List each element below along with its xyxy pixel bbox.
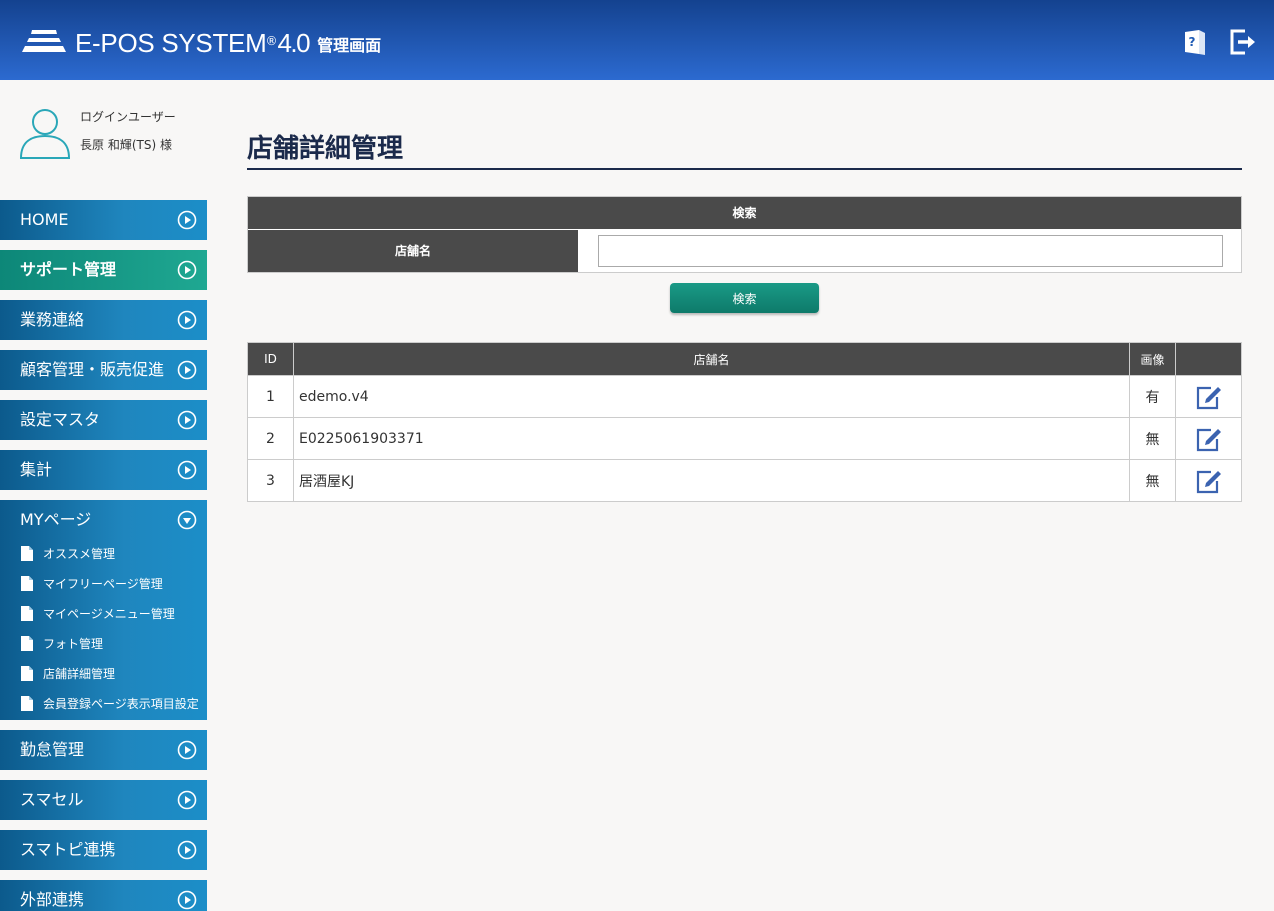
nav-business-contact[interactable]: 業務連絡	[0, 300, 207, 340]
submenu-label: フォト管理	[43, 637, 104, 651]
nav-home[interactable]: HOME	[0, 200, 207, 240]
document-icon	[21, 666, 33, 681]
submenu-mypage-menu[interactable]: マイページメニュー管理	[0, 600, 207, 630]
play-circle-icon	[177, 840, 197, 860]
nav-label: 業務連絡	[20, 310, 85, 329]
submenu-label: マイページメニュー管理	[43, 607, 175, 621]
edit-icon[interactable]	[1195, 384, 1223, 410]
submenu-store-detail[interactable]: 店舗詳細管理	[0, 660, 207, 690]
column-header-id: ID	[247, 342, 294, 376]
submenu-free-page[interactable]: マイフリーページ管理	[0, 570, 207, 600]
store-name-input[interactable]	[598, 235, 1223, 267]
nav-smacel[interactable]: スマセル	[0, 780, 207, 820]
logo-text: E-POS SYSTEM	[75, 28, 267, 58]
help-book-icon[interactable]: ?	[1181, 28, 1209, 56]
play-circle-icon	[177, 310, 197, 330]
play-circle-icon	[177, 210, 197, 230]
cell-action	[1175, 459, 1242, 502]
submenu-photo[interactable]: フォト管理	[0, 630, 207, 660]
page-title: 店舗詳細管理	[247, 134, 404, 164]
cell-store-name: E0225061903371	[293, 417, 1130, 460]
store-table: ID 店舗名 画像 1 edemo.v4 有 2 E0225061903371 …	[247, 342, 1242, 502]
nav-label: スマトピ連携	[20, 840, 116, 859]
column-header-store-name: 店舗名	[293, 342, 1130, 376]
cell-image: 有	[1129, 375, 1176, 418]
nav-label: 外部連携	[20, 890, 85, 909]
nav-external[interactable]: 外部連携	[0, 880, 207, 911]
cell-store-name: edemo.v4	[293, 375, 1130, 418]
play-circle-icon	[177, 410, 197, 430]
play-circle-icon	[177, 360, 197, 380]
nav-label: MYページ	[20, 510, 92, 529]
nav-smatopi[interactable]: スマトピ連携	[0, 830, 207, 870]
mypage-submenu: オススメ管理 マイフリーページ管理 マイページメニュー管理 フォト管理 店舗詳細…	[0, 540, 207, 720]
nav-totals[interactable]: 集計	[0, 450, 207, 490]
nav-customer-sales[interactable]: 顧客管理・販売促進	[0, 350, 207, 390]
nav-mypage[interactable]: MYページ	[0, 500, 207, 540]
search-button[interactable]: 検索	[670, 283, 819, 313]
search-panel: 検索 店舗名	[247, 196, 1242, 273]
cell-image: 無	[1129, 417, 1176, 460]
cell-action	[1175, 375, 1242, 418]
logo-version: 4.0	[277, 28, 310, 58]
submenu-recommend[interactable]: オススメ管理	[0, 540, 207, 570]
play-circle-icon	[177, 740, 197, 760]
edit-icon[interactable]	[1195, 468, 1223, 494]
cell-store-name: 居酒屋KJ	[293, 459, 1130, 502]
logo-subtitle: 管理画面	[317, 36, 382, 55]
login-user-name: 長原 和輝(TS) 様	[80, 138, 172, 152]
nav-label: 設定マスタ	[20, 410, 101, 429]
cell-id: 2	[247, 417, 294, 460]
nav-label: 集計	[20, 460, 53, 479]
cell-action	[1175, 417, 1242, 460]
user-avatar-icon	[19, 109, 71, 159]
table-header-row: ID 店舗名 画像	[247, 342, 1242, 376]
table-row: 3 居酒屋KJ 無	[247, 459, 1242, 502]
logo-registered-mark: ®	[265, 34, 278, 48]
submenu-label: 会員登録ページ表示項目設定	[43, 697, 199, 711]
svg-text:?: ?	[1189, 35, 1196, 49]
nav-label: 勤怠管理	[20, 740, 85, 759]
nav-label: 顧客管理・販売促進	[20, 360, 165, 379]
login-user-label: ログインユーザー	[80, 110, 176, 124]
play-circle-icon	[177, 790, 197, 810]
document-icon	[21, 606, 33, 621]
submenu-label: マイフリーページ管理	[43, 577, 163, 591]
document-icon	[21, 546, 33, 561]
logo: E-POS SYSTEM ® 4.0 管理画面	[22, 26, 381, 60]
submenu-member-registration[interactable]: 会員登録ページ表示項目設定	[0, 690, 207, 720]
table-row: 2 E0225061903371 無	[247, 417, 1242, 460]
nav-label: HOME	[20, 210, 69, 229]
nav-label: サポート管理	[20, 260, 117, 279]
document-icon	[21, 696, 33, 711]
cell-id: 3	[247, 459, 294, 502]
title-divider	[247, 168, 1242, 170]
play-circle-icon	[177, 890, 197, 910]
column-header-action	[1175, 342, 1242, 376]
edit-icon[interactable]	[1195, 426, 1223, 452]
submenu-label: オススメ管理	[43, 547, 116, 561]
nav-attendance[interactable]: 勤怠管理	[0, 730, 207, 770]
search-panel-header: 検索	[248, 197, 1241, 229]
chevron-down-circle-icon	[177, 510, 197, 530]
cell-image: 無	[1129, 459, 1176, 502]
document-icon	[21, 636, 33, 651]
cell-id: 1	[247, 375, 294, 418]
play-circle-icon	[177, 460, 197, 480]
nav-support[interactable]: サポート管理	[0, 250, 207, 290]
logo-mark-icon	[22, 30, 66, 52]
column-header-image: 画像	[1129, 342, 1176, 376]
store-name-label: 店舗名	[248, 230, 578, 272]
submenu-label: 店舗詳細管理	[43, 667, 116, 681]
nav-label: スマセル	[20, 790, 84, 809]
top-header: E-POS SYSTEM ® 4.0 管理画面 ?	[0, 0, 1274, 80]
table-row: 1 edemo.v4 有	[247, 375, 1242, 418]
logout-icon[interactable]	[1229, 28, 1257, 56]
play-circle-icon	[177, 260, 197, 280]
document-icon	[21, 576, 33, 591]
nav-settings-master[interactable]: 設定マスタ	[0, 400, 207, 440]
